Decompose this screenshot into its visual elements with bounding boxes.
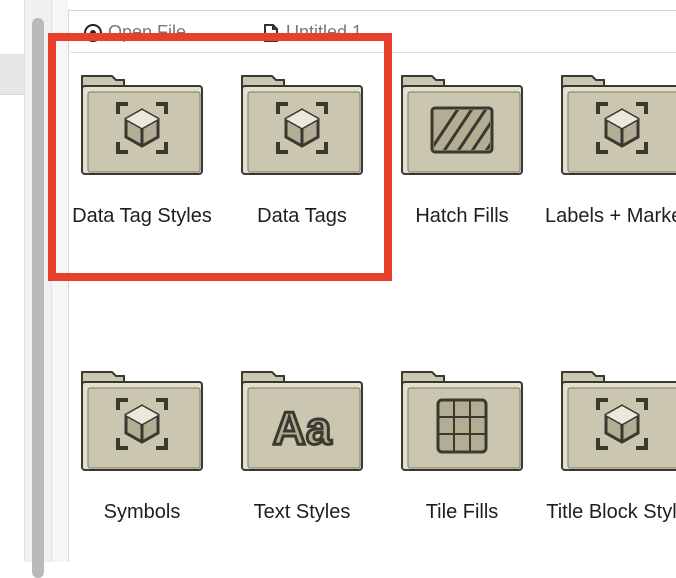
scrollbar-thumb[interactable]	[32, 18, 44, 578]
folder-label: Labels + Markers	[545, 205, 676, 227]
folder-icon	[401, 75, 523, 175]
folder-item-tile-fills[interactable]: Tile Fills	[382, 366, 542, 526]
folder-icon	[241, 75, 363, 175]
document-icon	[264, 23, 278, 42]
tab-open-file[interactable]: Open File...	[84, 22, 201, 43]
folder-label: Title Block Styles	[546, 501, 676, 523]
folder-item-title-block-styles[interactable]: Title Block Styles	[542, 366, 676, 526]
folder-item-text-styles[interactable]: Aa Text Styles	[222, 366, 382, 526]
folder-label: Data Tag Styles	[72, 205, 212, 227]
grid-icon	[436, 398, 488, 454]
tab-untitled[interactable]: Untitled 1	[262, 22, 362, 43]
folder-item-hatch-fills[interactable]: Hatch Fills	[382, 70, 542, 230]
row-divider	[0, 94, 24, 95]
folder-icon	[561, 371, 676, 471]
folder-label: Symbols	[103, 501, 181, 523]
tab-label: Untitled 1	[286, 22, 363, 42]
left-pane	[0, 0, 24, 562]
folder-icon	[81, 75, 203, 175]
folder-item-labels-markers[interactable]: Labels + Markers	[542, 70, 676, 230]
tab-bar: Open File... Untitled 1	[70, 12, 676, 53]
folder-label: Text Styles	[253, 501, 351, 523]
folder-label: Tile Fills	[425, 501, 499, 523]
folder-item-data-tag-styles[interactable]: Data Tag Styles	[62, 70, 222, 230]
tab-label: Open File...	[108, 22, 202, 42]
open-file-icon	[84, 23, 102, 42]
folder-item-symbols[interactable]: Symbols	[62, 366, 222, 526]
aa-glyph: Aa	[273, 402, 332, 454]
folder-icon	[401, 371, 523, 471]
folder-label: Data Tags	[257, 205, 347, 227]
folder-icon	[81, 371, 203, 471]
folder-icon: Aa	[241, 371, 363, 471]
folder-item-data-tags[interactable]: Data Tags	[222, 70, 382, 230]
selected-row[interactable]	[0, 54, 24, 94]
text-aa-icon: Aa	[271, 401, 333, 456]
folder-icon	[561, 75, 676, 175]
folder-label: Hatch Fills	[415, 205, 509, 227]
